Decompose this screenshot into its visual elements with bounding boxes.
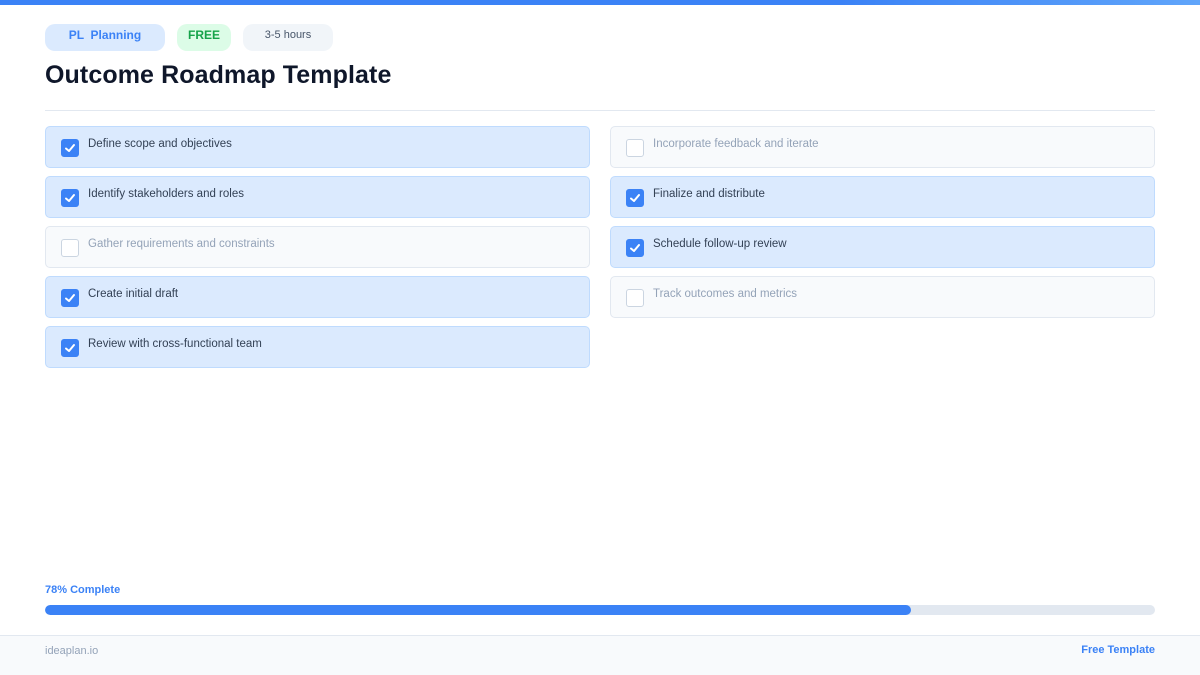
footer-site[interactable]: ideaplan.io [45, 645, 98, 657]
task-label: Identify stakeholders and roles [88, 188, 244, 200]
task-item[interactable]: Track outcomes and metrics [610, 276, 1155, 318]
check-icon [65, 344, 75, 352]
checkbox-checked[interactable] [61, 139, 79, 157]
task-item[interactable]: Review with cross-functional team [45, 326, 590, 368]
duration-badge: 3-5 hours [243, 24, 333, 51]
category-badge: PL Planning [45, 24, 165, 51]
task-item[interactable]: Create initial draft [45, 276, 590, 318]
top-accent-bar [0, 0, 1200, 5]
task-item[interactable]: Identify stakeholders and roles [45, 176, 590, 218]
task-item[interactable]: Finalize and distribute [610, 176, 1155, 218]
footer: ideaplan.io Free Template [0, 635, 1200, 675]
progress-label: 78% Complete [45, 584, 121, 596]
progress-fill [45, 605, 911, 615]
check-icon [65, 144, 75, 152]
checkbox-unchecked[interactable] [61, 239, 79, 257]
page-title: Outcome Roadmap Template [45, 61, 392, 89]
price-badge: FREE [177, 24, 231, 51]
badge-row: PL Planning FREE 3-5 hours [45, 24, 333, 51]
task-label: Gather requirements and constraints [88, 238, 275, 250]
check-icon [65, 294, 75, 302]
task-item[interactable]: Incorporate feedback and iterate [610, 126, 1155, 168]
check-icon [630, 244, 640, 252]
checkbox-checked[interactable] [626, 239, 644, 257]
task-label: Schedule follow-up review [653, 238, 787, 250]
task-label: Define scope and objectives [88, 138, 232, 150]
task-column-left: Define scope and objectives Identify stak… [45, 126, 590, 368]
task-item[interactable]: Schedule follow-up review [610, 226, 1155, 268]
checkbox-checked[interactable] [61, 289, 79, 307]
task-label: Review with cross-functional team [88, 338, 262, 350]
checkbox-unchecked[interactable] [626, 139, 644, 157]
checkbox-unchecked[interactable] [626, 289, 644, 307]
task-item[interactable]: Define scope and objectives [45, 126, 590, 168]
footer-cta[interactable]: Free Template [1081, 644, 1155, 656]
checkbox-checked[interactable] [61, 189, 79, 207]
task-column-right: Incorporate feedback and iterate Finalize… [610, 126, 1155, 318]
check-icon [65, 194, 75, 202]
progress-bar [45, 605, 1155, 615]
task-label: Finalize and distribute [653, 188, 765, 200]
checkbox-checked[interactable] [626, 189, 644, 207]
divider [45, 110, 1155, 111]
checkbox-checked[interactable] [61, 339, 79, 357]
check-icon [630, 194, 640, 202]
task-label: Incorporate feedback and iterate [653, 138, 819, 150]
task-label: Track outcomes and metrics [653, 288, 798, 300]
task-item[interactable]: Gather requirements and constraints [45, 226, 590, 268]
task-label: Create initial draft [88, 288, 179, 300]
